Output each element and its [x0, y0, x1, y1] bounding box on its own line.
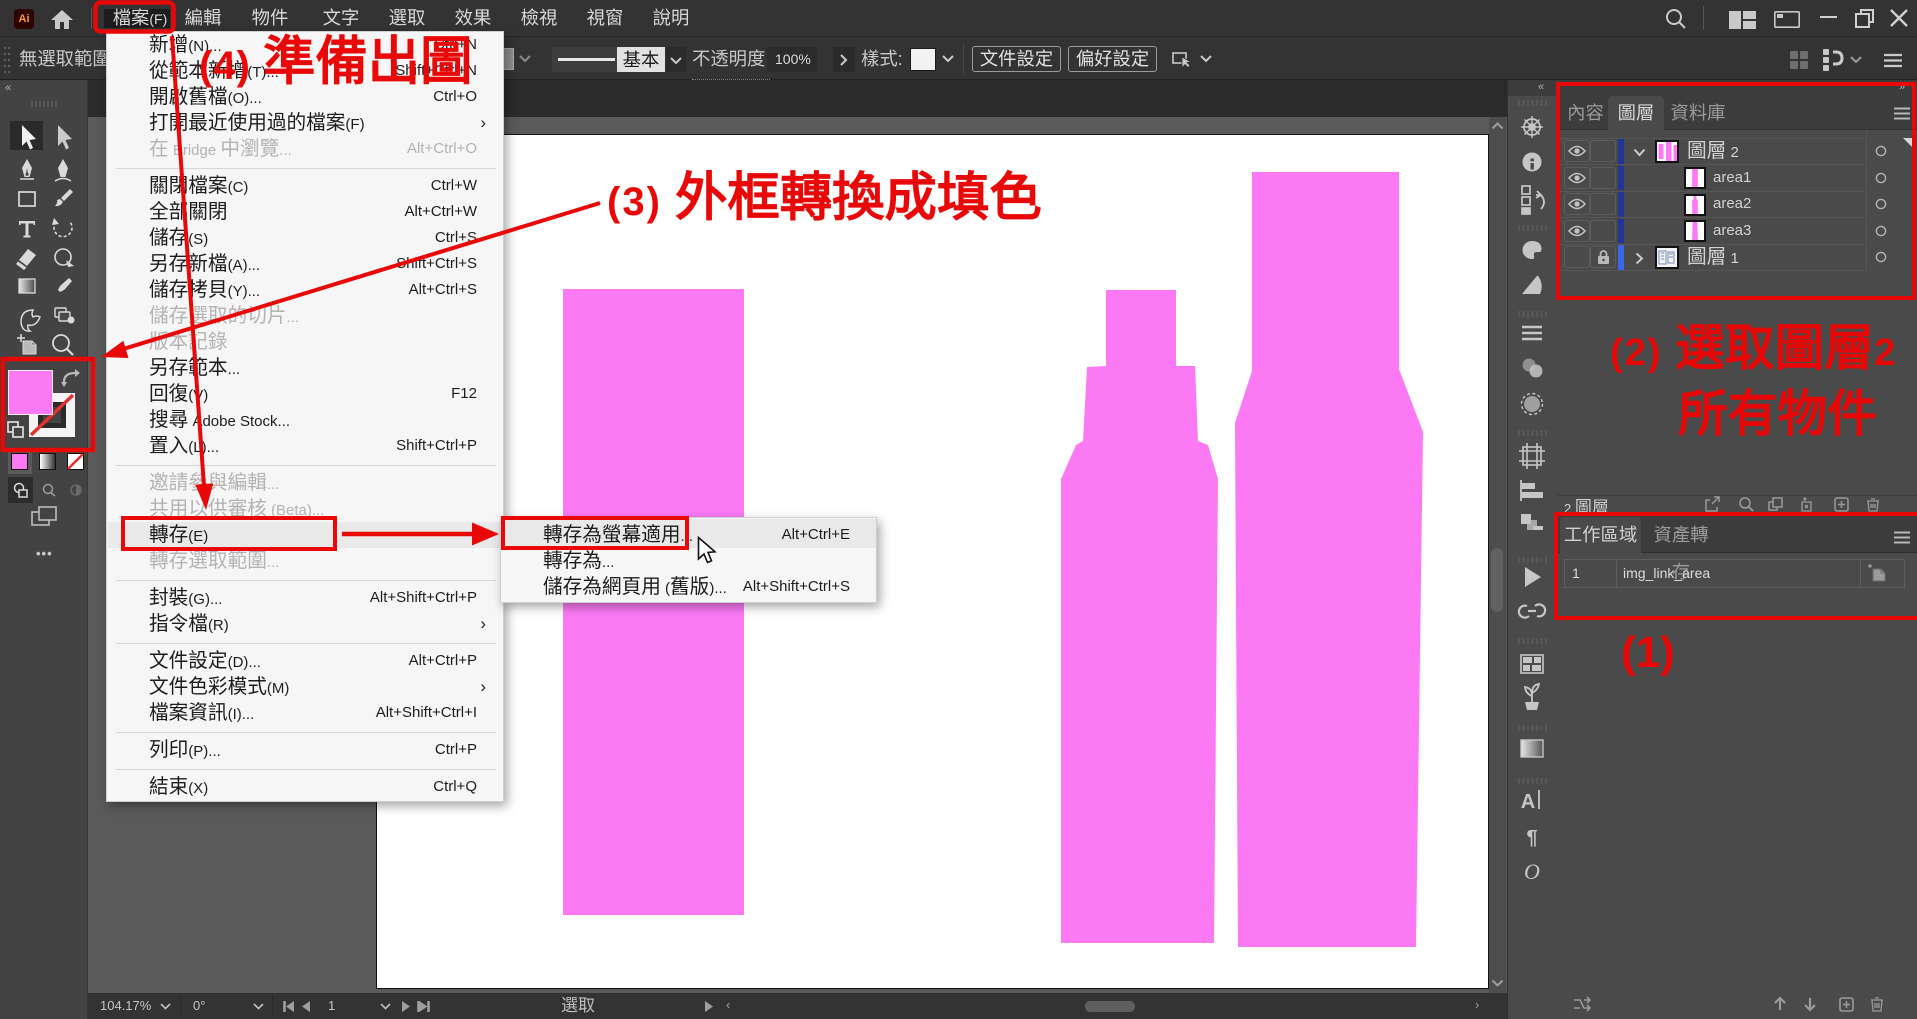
svg-text:A: A	[1521, 791, 1535, 813]
svg-text:¶: ¶	[1526, 827, 1537, 849]
svg-text:O: O	[1524, 859, 1540, 884]
